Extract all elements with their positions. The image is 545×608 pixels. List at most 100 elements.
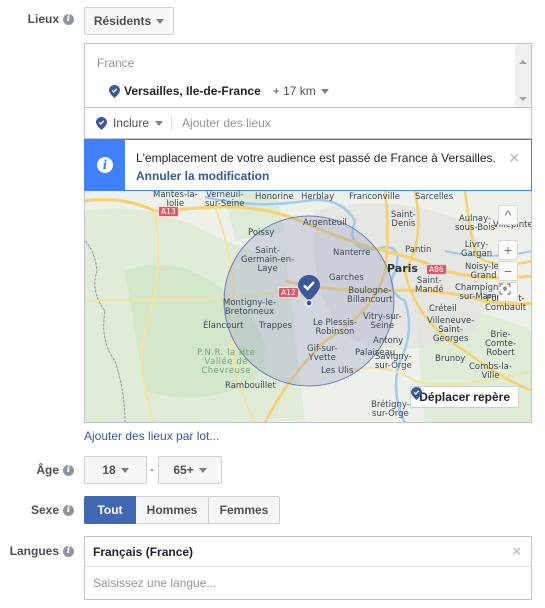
- map-label: Les Ulis: [321, 366, 354, 376]
- map-label: Nanterre: [333, 248, 371, 258]
- zoom-out-button[interactable]: −: [498, 261, 518, 281]
- location-change-notice: i L'emplacement de votre audience est pa…: [84, 139, 532, 191]
- map-label: Savigny-sur-Orge: [375, 352, 412, 371]
- selected-language-text: Français (France): [93, 544, 194, 559]
- selected-locations-list: France Versailles, Ile-de-France + 17 km: [84, 43, 532, 107]
- location-type-value: Résidents: [93, 14, 152, 28]
- map-label: Brie- Comte- Robert: [485, 330, 517, 358]
- info-icon[interactable]: i: [63, 504, 74, 516]
- gender-option-women[interactable]: Femmes: [208, 496, 280, 524]
- chevron-down-icon: [120, 467, 129, 473]
- map-label: Verneuil-sur-Seine: [205, 191, 245, 209]
- map-label: Brétigny-sur-Orge: [371, 400, 410, 419]
- gender-label-text: Sexe: [30, 503, 59, 517]
- map-label: Livry- Gargan: [461, 240, 493, 259]
- bulk-add-locations-link[interactable]: Ajouter des lieux par lot...: [84, 429, 219, 443]
- remove-language-icon[interactable]: ×: [512, 543, 521, 560]
- age-max-value: 65+: [173, 463, 194, 477]
- map-collapse-button[interactable]: ^: [498, 205, 518, 225]
- info-icon[interactable]: i: [63, 545, 74, 557]
- map-label: Combs-la- Ville: [469, 362, 512, 381]
- map-label: Créteil: [429, 304, 457, 314]
- radius-value: + 17 km: [272, 84, 316, 98]
- add-location-input[interactable]: [182, 116, 433, 130]
- map-label: Élancourt: [203, 321, 244, 331]
- map-label-paris: Paris: [387, 262, 418, 275]
- scrollbar[interactable]: [515, 44, 531, 107]
- map-label: Franconville: [349, 192, 400, 202]
- chevron-down-icon: [320, 88, 329, 94]
- gender-option-all[interactable]: Tout: [84, 496, 136, 524]
- location-name: Versailles, Ile-de-France: [124, 84, 261, 98]
- map-pin-icon[interactable]: [298, 275, 320, 307]
- chevron-down-icon: [156, 18, 165, 24]
- map-label: Vitry-sur- Seine: [363, 312, 402, 331]
- location-item: Versailles, Ile-de-France + 17 km: [109, 84, 329, 98]
- recenter-icon: [499, 283, 511, 295]
- gender-label: Sexe i: [31, 503, 74, 517]
- location-map[interactable]: Mantes-la- Jolie Verneuil-sur-Seine Honor…: [84, 191, 532, 423]
- move-pin-button[interactable]: Déplacer repère: [410, 386, 519, 408]
- map-label: Saint- Mandé: [415, 276, 444, 295]
- location-pin-icon: [96, 116, 107, 130]
- notice-text: L'emplacement de votre audience est pass…: [136, 151, 496, 165]
- map-label-park: P.N.R. la Hte Vallée de Chevreuse: [197, 348, 256, 376]
- info-icon[interactable]: i: [63, 464, 74, 476]
- map-label: Le Plessis- Robinson: [313, 318, 357, 337]
- map-label: Noisy-le- Grand: [465, 262, 502, 281]
- undo-change-link[interactable]: Annuler la modification: [136, 169, 269, 183]
- age-min-dropdown[interactable]: 18: [84, 456, 147, 484]
- radius-dropdown[interactable]: + 17 km: [273, 84, 329, 98]
- map-label: Villeneuve- Saint- Georges: [427, 316, 475, 344]
- map-label: Brunoy: [435, 354, 466, 364]
- add-location-row: Inclure: [84, 107, 532, 139]
- languages-label: Langues i: [10, 544, 74, 558]
- divider: [171, 115, 173, 131]
- map-label: Gif-sur- Yvette: [307, 344, 338, 363]
- map-label: Herblay: [301, 192, 335, 202]
- road-shield-a13: A13: [158, 206, 179, 217]
- map-label: Sarcelles: [415, 192, 454, 202]
- location-pin-icon: [109, 84, 120, 98]
- include-value: Inclure: [113, 116, 150, 130]
- map-label: Montigny-le- Bretonneux: [223, 298, 277, 317]
- map-label: Argenteuil: [303, 218, 347, 228]
- move-pin-label: Déplacer repère: [419, 390, 510, 404]
- minus-icon: −: [503, 263, 513, 279]
- road-shield-a12: A12: [278, 287, 299, 298]
- locations-label: Lieux i: [28, 12, 74, 26]
- chevron-down-icon: [155, 120, 164, 126]
- age-label: Âge i: [36, 463, 74, 477]
- plus-icon: +: [503, 242, 513, 258]
- include-dropdown[interactable]: Inclure: [113, 116, 164, 130]
- age-separator: -: [150, 462, 154, 476]
- info-icon[interactable]: i: [63, 13, 74, 25]
- selected-language: Français (France) ×: [85, 537, 531, 567]
- map-label: Aulnay-sous-Bois: [455, 214, 496, 233]
- map-label: Antony: [373, 336, 404, 346]
- age-max-dropdown[interactable]: 65+: [158, 456, 222, 484]
- map-label: Saint- Germain-en- Laye: [241, 246, 295, 274]
- road-shield-a86: A86: [426, 264, 447, 275]
- map-label: Honorine: [255, 192, 294, 202]
- location-group-header: France: [97, 56, 135, 70]
- language-input[interactable]: [85, 567, 531, 599]
- map-label: Boulogne- Billancourt: [347, 286, 393, 305]
- map-label: Garches: [329, 273, 364, 283]
- age-min-value: 18: [102, 463, 116, 477]
- map-label: Poissy: [248, 228, 275, 238]
- map-label: Trappes: [259, 321, 293, 331]
- scroll-down-arrow-icon[interactable]: [519, 97, 527, 101]
- locations-label-text: Lieux: [27, 12, 59, 26]
- map-label: Saint- Denis: [391, 210, 416, 229]
- zoom-in-button[interactable]: +: [498, 240, 518, 260]
- languages-box: Français (France) ×: [84, 536, 532, 600]
- age-label-text: Âge: [36, 463, 59, 477]
- scroll-up-arrow-icon[interactable]: [519, 60, 527, 64]
- info-icon: i: [97, 157, 113, 173]
- recenter-button[interactable]: [498, 282, 518, 302]
- location-type-dropdown[interactable]: Résidents: [84, 7, 174, 35]
- close-icon[interactable]: ×: [510, 150, 519, 168]
- gender-option-men[interactable]: Hommes: [136, 496, 209, 524]
- notice-sidebar: i: [85, 140, 125, 190]
